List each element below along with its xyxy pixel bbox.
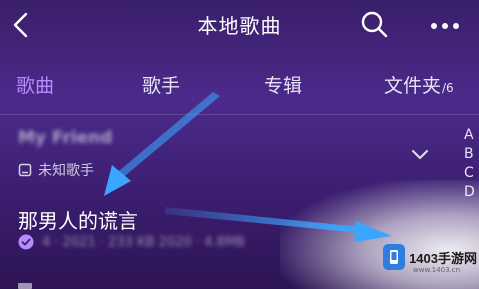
- app-header: 本地歌曲: [0, 0, 479, 52]
- watermark-url: www.1403.cn: [413, 266, 461, 274]
- search-button[interactable]: [356, 6, 392, 42]
- folder-count: /6: [442, 81, 454, 95]
- tab-songs[interactable]: 歌曲: [16, 71, 54, 98]
- song-file-icon: [18, 283, 32, 289]
- page-title: 本地歌曲: [197, 14, 282, 38]
- alphabet-letter[interactable]: A: [464, 126, 476, 145]
- phone-icon: [390, 250, 399, 264]
- tab-singers[interactable]: 歌手: [142, 71, 180, 98]
- watermark-logo-icon: [383, 244, 406, 270]
- song-meta: 4 · 2021 · 233 KB 2020 · 4.8MB: [42, 234, 245, 250]
- chevron-down-icon: [412, 150, 428, 159]
- more-icon: [431, 23, 459, 29]
- group-artist: 未知歌手: [38, 163, 94, 179]
- check-circle-icon: [18, 234, 34, 250]
- alphabet-letter[interactable]: B: [464, 145, 476, 164]
- group-artist-row: 未知歌手: [18, 160, 94, 180]
- watermark-text: 1403手游网: [409, 250, 477, 266]
- tab-folders[interactable]: 文件夹/6: [384, 71, 454, 98]
- tab-folders-label: 文件夹: [384, 75, 442, 97]
- search-icon: [361, 11, 388, 38]
- group-title[interactable]: My Friend: [18, 128, 112, 148]
- more-button[interactable]: [425, 8, 465, 44]
- song-meta-row: 4 · 2021 · 233 KB 2020 · 4.8MB: [18, 234, 245, 250]
- song-title[interactable]: 那男人的谎言: [18, 205, 138, 234]
- tabs-divider: [0, 114, 479, 115]
- tab-bar: 歌曲 歌手 专辑 文件夹/6: [0, 56, 479, 114]
- song-file-icon: [18, 163, 32, 177]
- tab-albums[interactable]: 专辑: [264, 71, 302, 98]
- collapse-button[interactable]: [406, 140, 434, 168]
